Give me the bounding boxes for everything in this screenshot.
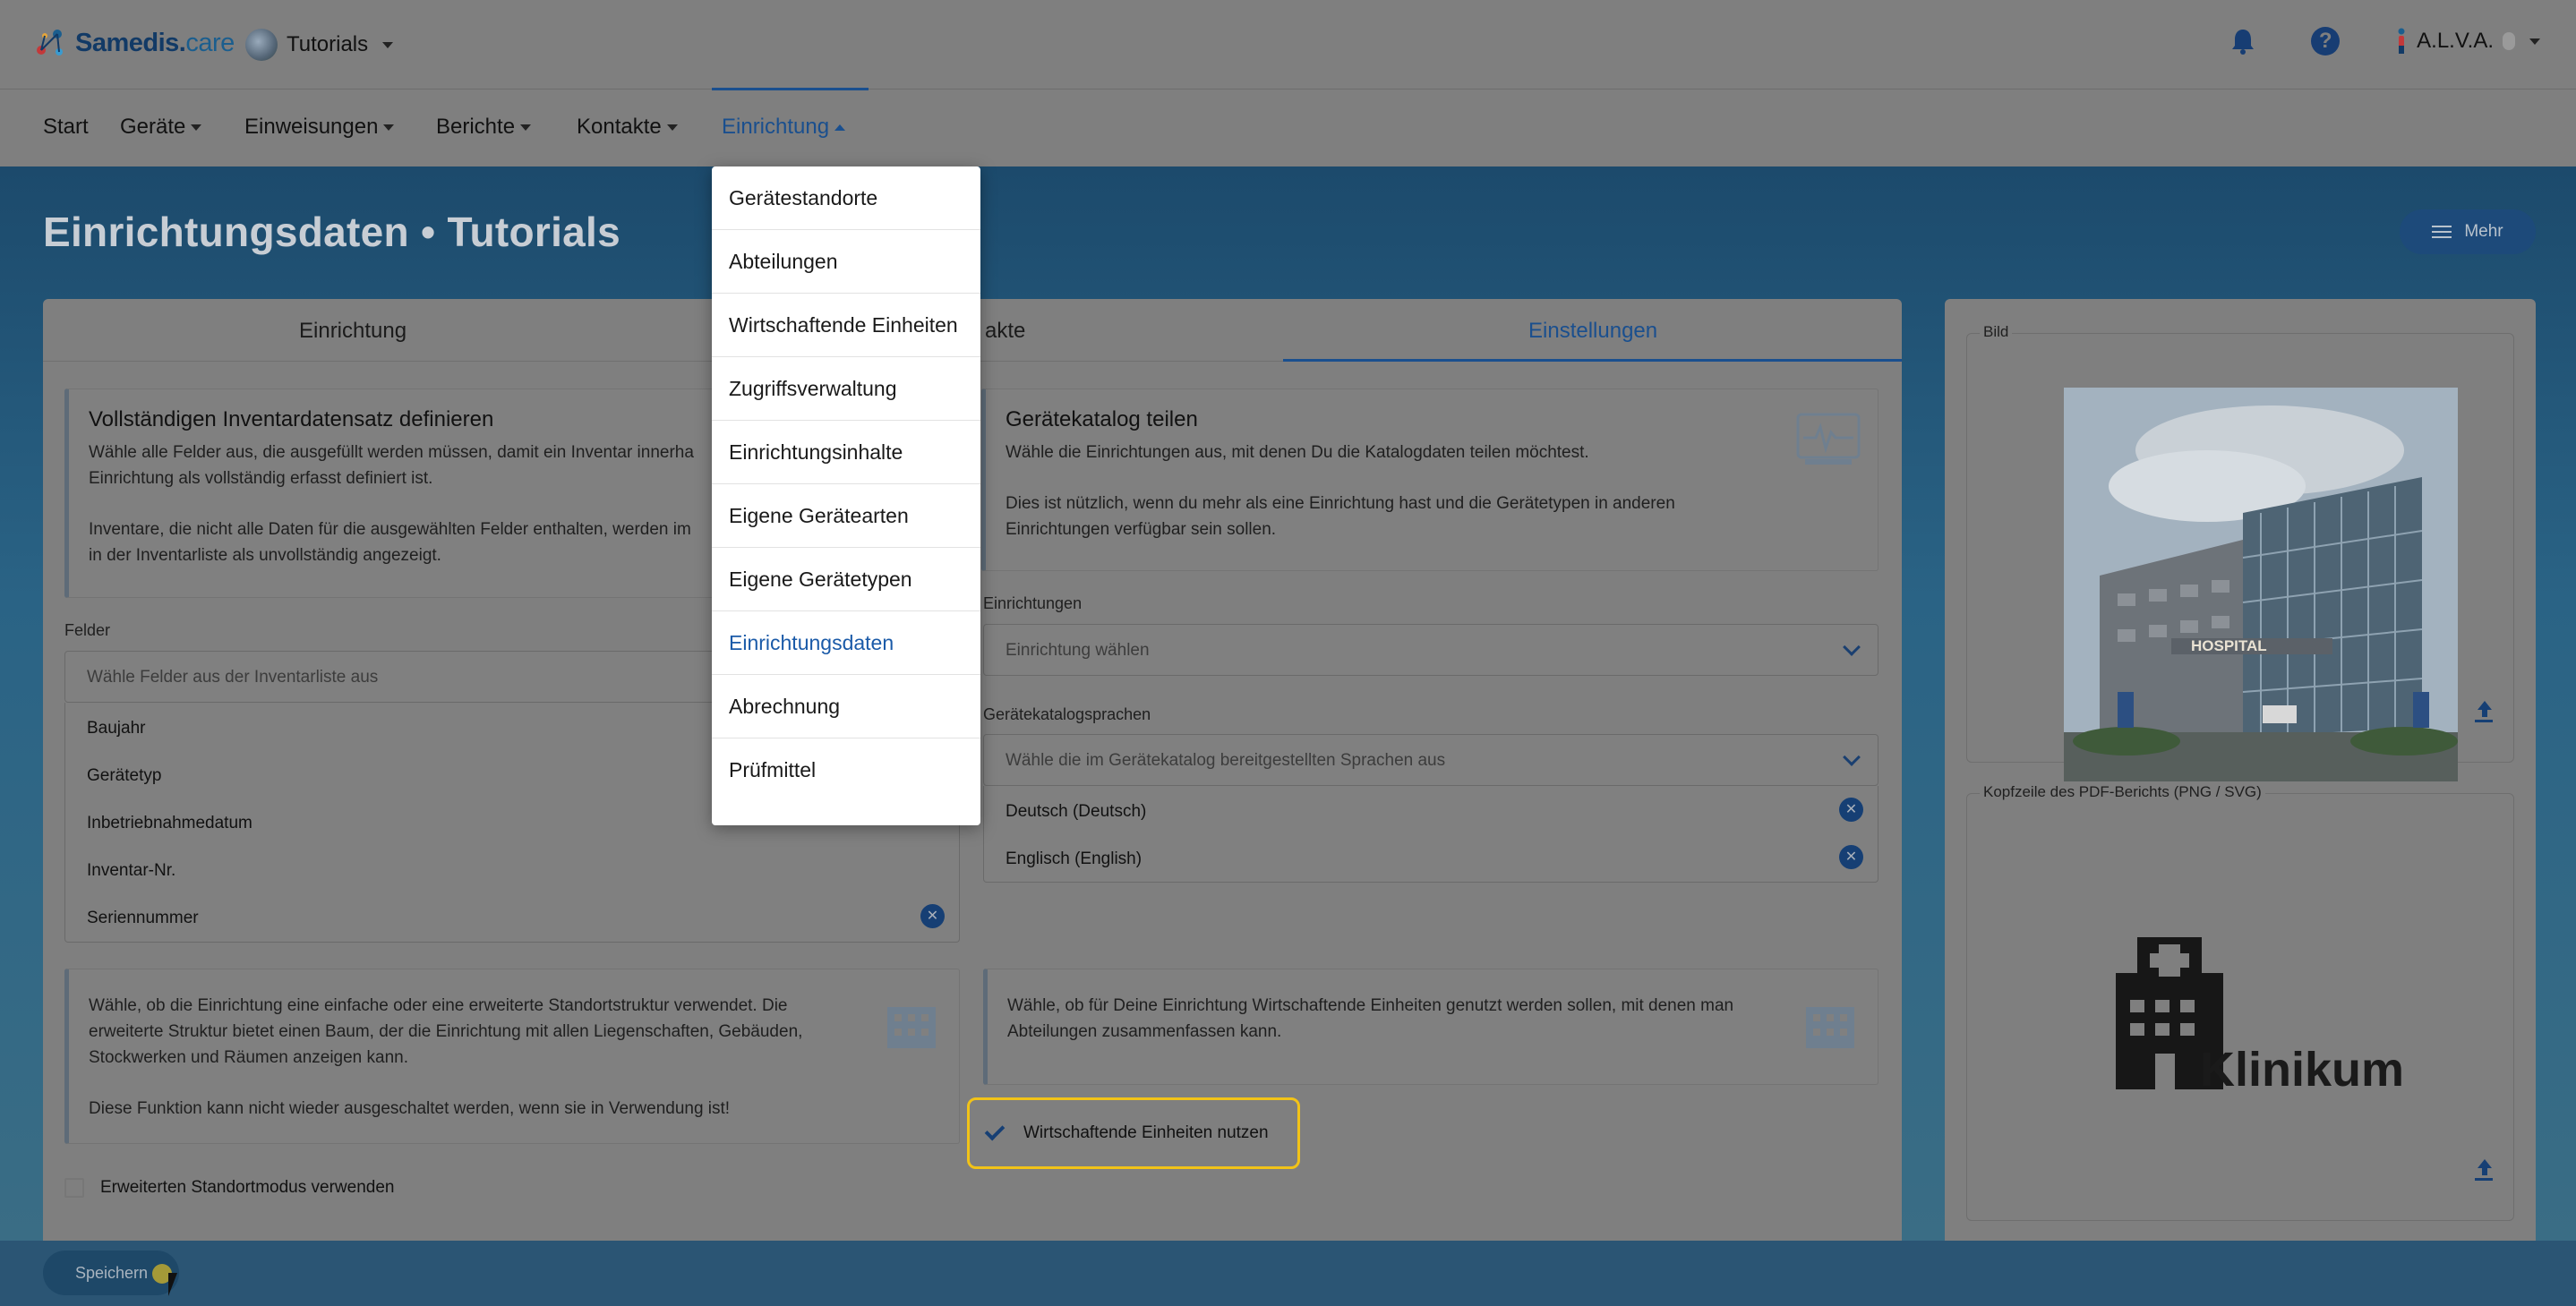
- catalog-info-box: Gerätekatalog teilen Wähle die Einrichtu…: [981, 388, 1879, 571]
- tenant-avatar-icon: [245, 29, 278, 61]
- hospital-building-image: HOSPITAL: [2064, 388, 2458, 781]
- main-nav: Start Geräte Einweisungen Berichte Konta…: [0, 88, 2576, 166]
- location-info-box: Wähle, ob die Einrichtung eine einfache …: [64, 969, 960, 1144]
- mouse-pointer-icon: [168, 1273, 177, 1296]
- user-menu[interactable]: A.L.V.A.: [2395, 28, 2540, 55]
- fields-label: Felder: [64, 621, 111, 639]
- menu-item-zugriffsverwaltung[interactable]: Zugriffsverwaltung: [712, 357, 980, 421]
- more-button[interactable]: Mehr: [2400, 209, 2536, 254]
- catalog-info-title: Gerätekatalog teilen: [1006, 407, 1198, 431]
- menu-item-abrechnung[interactable]: Abrechnung: [712, 675, 980, 738]
- units-info-box: Wähle, ob für Deine Einrichtung Wirtscha…: [983, 969, 1879, 1085]
- help-icon[interactable]: ?: [2311, 27, 2341, 55]
- page-title: Einrichtungsdaten • Tutorials: [43, 209, 620, 255]
- action-bar: Speichern: [0, 1241, 2576, 1306]
- chevron-up-icon: [834, 124, 846, 132]
- image-label: Bild: [1980, 323, 2013, 341]
- upload-image-icon[interactable]: [2470, 699, 2497, 726]
- languages-list: Deutsch (Deutsch) ✕ Englisch (English) ✕: [983, 786, 1879, 883]
- building-icon: [1806, 1007, 1854, 1048]
- chevron-down-icon: [383, 124, 395, 132]
- remove-field-icon[interactable]: ✕: [920, 904, 945, 928]
- menu-icon: [2432, 226, 2452, 238]
- user-name: A.L.V.A.: [2417, 29, 2494, 53]
- languages-placeholder: Wähle die im Gerätekatalog bereitgestell…: [1006, 751, 1446, 770]
- nav-item-einrichtung[interactable]: Einrichtung: [722, 115, 846, 140]
- remove-language-icon[interactable]: ✕: [1839, 845, 1863, 869]
- nav-item-geraete[interactable]: Geräte: [120, 115, 202, 140]
- extended-location-checkbox[interactable]: [64, 1178, 84, 1198]
- svg-text:Klinikum: Klinikum: [2200, 1043, 2404, 1089]
- menu-item-eigene-geraetetypen[interactable]: Eigene Gerätetypen: [712, 548, 980, 611]
- facilities-select[interactable]: Einrichtung wählen: [983, 624, 1879, 676]
- remove-language-icon[interactable]: ✕: [1839, 798, 1863, 822]
- field-chip: Inventar-Nr.: [87, 861, 176, 880]
- tenant-name: Tutorials: [287, 32, 369, 56]
- bell-icon[interactable]: [2230, 28, 2255, 55]
- units-info-text: Wähle, ob für Deine Einrichtung Wirtscha…: [1007, 996, 1734, 1041]
- menu-item-eigene-geraetearten[interactable]: Eigene Gerätearten: [712, 484, 980, 548]
- field-chip: Seriennummer ✕: [65, 892, 959, 940]
- chevron-down-icon: [1843, 638, 1861, 656]
- building-icon: [887, 1007, 936, 1048]
- languages-label: Gerätekatalogsprachen: [983, 705, 1151, 723]
- molecule-logo-icon: [37, 30, 63, 55]
- nav-active-indicator: [712, 88, 869, 90]
- chevron-down-icon: [191, 124, 202, 132]
- nav-item-berichte[interactable]: Berichte: [436, 115, 532, 140]
- brand-name: Samedis.care: [75, 28, 235, 57]
- facilities-label: Einrichtungen: [983, 594, 1083, 612]
- chevron-down-icon: [520, 124, 532, 132]
- top-bar: Samedis.care Tutorials ? A.L.V.A.: [0, 0, 2576, 90]
- tenant-switcher[interactable]: Tutorials: [245, 29, 394, 61]
- facility-photo: HOSPITAL: [2064, 388, 2458, 781]
- user-avatar-icon: [2503, 32, 2515, 50]
- tab-kontakte[interactable]: akte: [985, 319, 1025, 344]
- tab-einrichtung[interactable]: Einrichtung: [299, 319, 407, 344]
- menu-item-einrichtungsinhalte[interactable]: Einrichtungsinhalte: [712, 421, 980, 484]
- facilities-placeholder: Einrichtung wählen: [1006, 641, 1150, 660]
- fields-placeholder: Wähle Felder aus der Inventarliste aus: [87, 668, 379, 687]
- tab-einstellungen[interactable]: Einstellungen: [1528, 319, 1657, 344]
- extended-location-label: Erweiterten Standortmodus verwenden: [100, 1178, 395, 1197]
- language-chip: Englisch (English) ✕: [984, 833, 1878, 881]
- nav-item-start[interactable]: Start: [43, 115, 89, 140]
- check-icon[interactable]: [984, 1120, 1006, 1141]
- language-chip: Deutsch (Deutsch) ✕: [984, 786, 1878, 833]
- tab-active-indicator: [1283, 359, 1902, 362]
- klinikum-logo: Klinikum: [2116, 937, 2404, 1089]
- location-info-text: Wähle, ob die Einrichtung eine einfache …: [89, 996, 803, 1118]
- chevron-down-icon: [382, 41, 394, 48]
- image-fieldset: Bild HOSPITAL: [1966, 323, 2514, 781]
- languages-select[interactable]: Wähle die im Gerätekatalog bereitgestell…: [983, 734, 1879, 786]
- menu-item-wirtschaftende-einheiten[interactable]: Wirtschaftende Einheiten: [712, 294, 980, 357]
- extended-location-option[interactable]: Erweiterten Standortmodus verwenden: [64, 1178, 394, 1198]
- nav-item-einweisungen[interactable]: Einweisungen: [244, 115, 395, 140]
- chevron-down-icon: [2529, 38, 2540, 45]
- chevron-down-icon: [1843, 748, 1861, 766]
- svg-text:HOSPITAL: HOSPITAL: [2191, 637, 2267, 654]
- menu-item-einrichtungsdaten[interactable]: Einrichtungsdaten: [712, 611, 980, 675]
- use-economic-units-option[interactable]: Wirtschaftende Einheiten nutzen: [967, 1097, 1300, 1169]
- pdf-header-label: Kopfzeile des PDF-Berichts (PNG / SVG): [1980, 783, 2265, 801]
- use-economic-units-label: Wirtschaftende Einheiten nutzen: [1023, 1123, 1269, 1142]
- pdf-header-fieldset: Kopfzeile des PDF-Berichts (PNG / SVG) K…: [1966, 783, 2514, 1221]
- nav-item-kontakte[interactable]: Kontakte: [577, 115, 678, 140]
- user-figure-icon: [2398, 28, 2405, 54]
- chevron-down-icon: [666, 124, 678, 132]
- media-panel: Bild HOSPITAL Kopfzeile des PDF-Berichts…: [1945, 299, 2536, 1248]
- menu-item-abteilungen[interactable]: Abteilungen: [712, 230, 980, 294]
- upload-pdf-header-icon[interactable]: [2470, 1157, 2497, 1184]
- einrichtung-dropdown-menu: Gerätestandorte Abteilungen Wirtschaften…: [712, 166, 980, 825]
- catalog-info-text: Wähle die Einrichtungen aus, mit denen D…: [1006, 443, 1675, 539]
- menu-item-pruefmittel[interactable]: Prüfmittel: [712, 738, 980, 802]
- catalog-monitor-icon: [1796, 413, 1861, 465]
- menu-item-geraetestandorte[interactable]: Gerätestandorte: [712, 166, 980, 230]
- samedis-logo[interactable]: Samedis.care: [32, 25, 235, 61]
